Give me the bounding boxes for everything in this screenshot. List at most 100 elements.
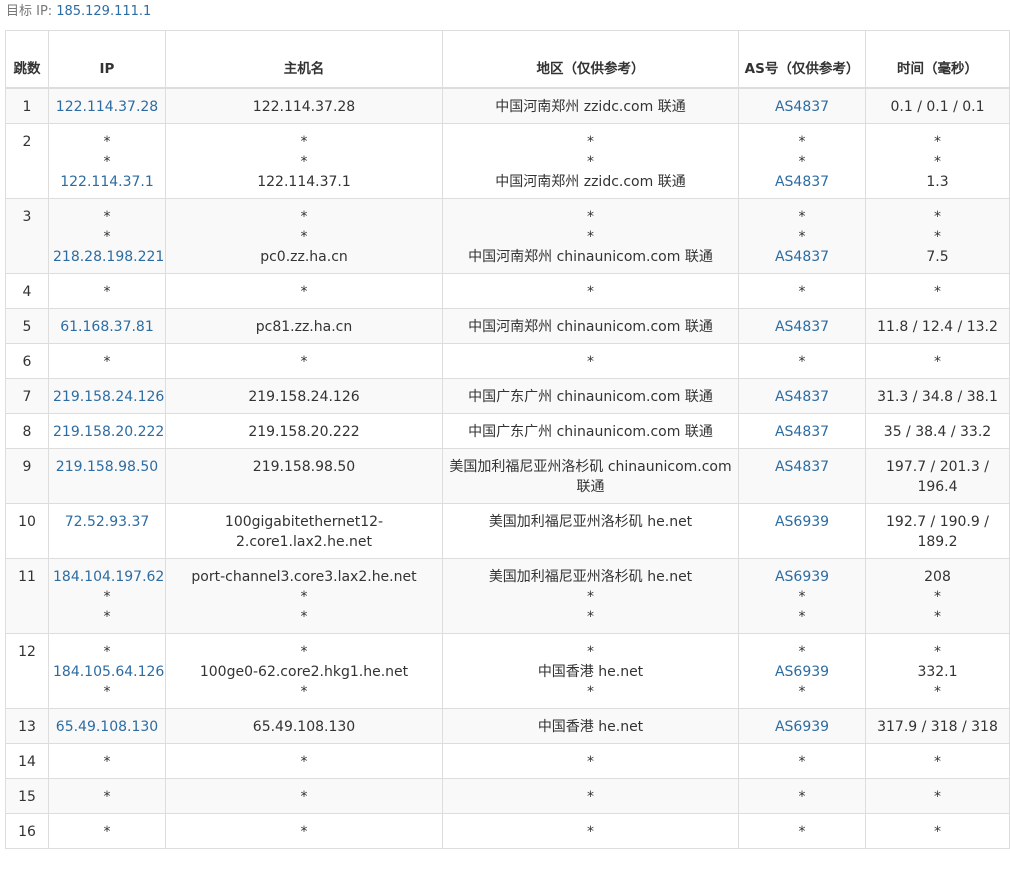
hop-cell: 13 — [5, 708, 49, 744]
as-link[interactable]: AS4837 — [743, 317, 861, 337]
region-value: 中国香港 he.net — [537, 664, 644, 680]
as-link[interactable]: AS6939 — [743, 717, 861, 737]
ip-link[interactable]: 219.158.98.50 — [53, 457, 161, 477]
host-value: port-channel3.core3.lax2.he.net — [191, 569, 417, 585]
as-value: * — [798, 754, 806, 770]
ip-link[interactable]: 61.168.37.81 — [53, 317, 161, 337]
ip-value: * — [103, 229, 111, 245]
ip-cell: 61.168.37.81 — [48, 308, 166, 344]
hop-cell: 5 — [5, 308, 49, 344]
ip-cell: * * 218.28.198.221 — [48, 198, 166, 274]
ip-value: * — [103, 284, 111, 300]
table-row: 1 122.114.37.28 122.114.37.28 中国河南郑州 zzidc.… — [5, 87, 1010, 124]
as-cell: * * AS4837 — [738, 198, 866, 274]
ip-value: * — [103, 589, 111, 605]
region-value: 美国加利福尼亚州洛杉矶 chinaunicom.com 联通 — [449, 459, 732, 495]
host-value: 122.114.37.1 — [257, 174, 351, 190]
region-value: * — [587, 824, 594, 840]
as-value: * — [798, 589, 806, 605]
as-cell: AS4837 — [738, 448, 866, 504]
time-cell: * — [865, 343, 1010, 379]
ip-cell: * * 122.114.37.1 — [48, 123, 166, 199]
region-value: * — [587, 789, 594, 805]
region-value: * — [587, 354, 594, 370]
region-cell: 中国广东广州 chinaunicom.com 联通 — [442, 413, 739, 449]
ip-link[interactable]: 72.52.93.37 — [53, 512, 161, 532]
host-value: * — [300, 824, 308, 840]
as-link[interactable]: AS6939 — [743, 662, 861, 682]
host-value: 100gigabitethernet12-2.core1.lax2.he.net — [224, 514, 384, 550]
host-cell: 100gigabitethernet12-2.core1.lax2.he.net — [165, 503, 443, 559]
as-value: * — [798, 134, 806, 150]
region-value: * — [587, 589, 594, 605]
host-value: * — [300, 284, 308, 300]
hop-cell: 9 — [5, 448, 49, 504]
ip-cell: 219.158.24.126 — [48, 378, 166, 414]
region-cell: * — [442, 778, 739, 814]
as-link[interactable]: AS4837 — [743, 422, 861, 442]
as-link[interactable]: AS6939 — [743, 512, 861, 532]
region-cell: * 中国香港 he.net * — [442, 633, 739, 709]
as-cell: * — [738, 273, 866, 309]
ip-cell: * — [48, 813, 166, 849]
as-link[interactable]: AS4837 — [743, 97, 861, 117]
region-value: * — [587, 134, 594, 150]
as-link[interactable]: AS4837 — [743, 387, 861, 407]
time-value: * — [934, 284, 941, 300]
region-cell: * — [442, 743, 739, 779]
as-cell: AS4837 — [738, 87, 866, 124]
region-cell: 美国加利福尼亚州洛杉矶 he.net * * — [442, 558, 739, 634]
host-value: * — [300, 134, 308, 150]
ip-link[interactable]: 122.114.37.28 — [53, 97, 161, 117]
host-cell: * — [165, 343, 443, 379]
as-link[interactable]: AS4837 — [743, 172, 861, 192]
ip-link[interactable]: 218.28.198.221 — [53, 247, 164, 267]
host-value: 100ge0-62.core2.hkg1.he.net — [199, 664, 409, 680]
table-row: 11 184.104.197.62 * * port-channel3.core3.la… — [5, 558, 1010, 634]
host-cell: 122.114.37.28 — [165, 87, 443, 124]
time-cell: * — [865, 778, 1010, 814]
region-value: 美国加利福尼亚州洛杉矶 he.net — [488, 569, 693, 585]
table-row: 4 * * * * * — [5, 273, 1010, 309]
ip-value: * — [103, 154, 111, 170]
ip-link[interactable]: 219.158.20.222 — [53, 422, 164, 442]
host-cell: * — [165, 813, 443, 849]
ip-link[interactable]: 122.114.37.1 — [53, 172, 161, 192]
ip-cell: * — [48, 343, 166, 379]
hop-cell: 16 — [5, 813, 49, 849]
time-value: 208 — [924, 569, 951, 585]
header-host: 主机名 — [165, 30, 443, 89]
region-cell: * * 中国河南郑州 zzidc.com 联通 — [442, 123, 739, 199]
ip-cell: 122.114.37.28 — [48, 87, 166, 124]
time-cell: * * 1.3 — [865, 123, 1010, 199]
region-cell: * — [442, 273, 739, 309]
as-link[interactable]: AS6939 — [743, 567, 861, 587]
host-value: * — [300, 789, 308, 805]
host-value: * — [300, 644, 308, 660]
ip-value: * — [103, 754, 111, 770]
host-cell: pc81.zz.ha.cn — [165, 308, 443, 344]
ip-link[interactable]: 65.49.108.130 — [53, 717, 161, 737]
time-value: 35 / 38.4 / 33.2 — [883, 424, 992, 440]
as-value: * — [798, 684, 806, 700]
hop-cell: 12 — [5, 633, 49, 709]
table-row: 3 * * 218.28.198.221 * * pc0.zz.ha.cn * * 中国河南郑州 … — [5, 198, 1010, 274]
time-value: 7.5 — [926, 249, 949, 265]
header-ip: IP — [48, 30, 166, 89]
ip-link[interactable]: 219.158.24.126 — [53, 387, 164, 407]
region-value: * — [587, 154, 594, 170]
region-cell: * * 中国河南郑州 chinaunicom.com 联通 — [442, 198, 739, 274]
as-link[interactable]: AS4837 — [743, 457, 861, 477]
time-value: 317.9 / 318 / 318 — [877, 719, 998, 735]
table-row: 9 219.158.98.50 219.158.98.50 美国加利福尼亚州洛杉矶 c… — [5, 448, 1010, 504]
as-link[interactable]: AS4837 — [743, 247, 861, 267]
as-cell: * * AS4837 — [738, 123, 866, 199]
ip-link[interactable]: 184.105.64.126 — [53, 662, 164, 682]
host-value: * — [300, 609, 308, 625]
as-cell: AS6939 — [738, 503, 866, 559]
hop-cell: 1 — [5, 87, 49, 124]
ip-cell: 219.158.20.222 — [48, 413, 166, 449]
time-cell: 208 * * — [865, 558, 1010, 634]
ip-link[interactable]: 184.104.197.62 — [53, 567, 164, 587]
time-value: 1.3 — [926, 174, 949, 190]
